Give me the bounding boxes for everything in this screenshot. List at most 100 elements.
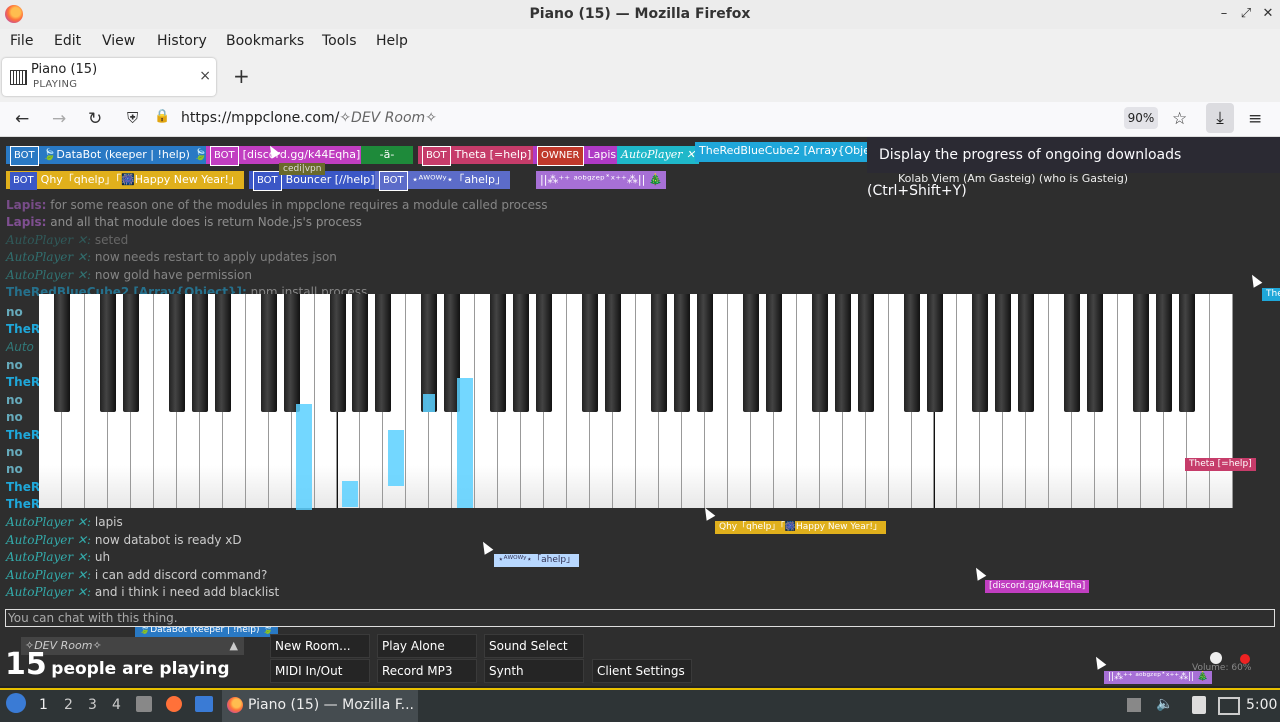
user-badge-databot[interactable]: BOT 🍃DataBot (keeper | !help) 🍃 — [6, 146, 212, 166]
record-mp3-button[interactable]: Record MP3 — [377, 659, 477, 683]
black-key[interactable] — [168, 294, 185, 412]
lock-icon[interactable]: 🔒 — [154, 109, 170, 124]
sound-select-button[interactable]: Sound Select — [484, 634, 584, 658]
black-key[interactable] — [696, 294, 713, 412]
black-key[interactable] — [765, 294, 782, 412]
user-badge-theta[interactable]: BOT Theta [=help] — [418, 146, 536, 166]
black-key[interactable] — [1133, 294, 1150, 412]
black-key[interactable] — [926, 294, 943, 412]
black-key[interactable] — [1087, 294, 1104, 412]
minimize-button[interactable]: – — [1215, 5, 1233, 23]
black-key[interactable] — [122, 294, 139, 412]
black-key[interactable] — [329, 294, 346, 412]
chat-fragment: no — [6, 462, 23, 476]
reload-button[interactable]: ↻ — [88, 109, 102, 129]
workspace-3[interactable]: 3 — [88, 697, 97, 713]
user-badge-discord[interactable]: BOT [discord.gg/k44Eqha] — [206, 146, 365, 166]
user-badge-theredbluecube[interactable]: TheRedBlueCube2 [Array{Obje — [695, 142, 871, 162]
start-menu-icon[interactable] — [6, 693, 26, 713]
volume-icon[interactable]: 🔈 — [1156, 696, 1173, 712]
black-key[interactable] — [53, 294, 70, 412]
black-key[interactable] — [650, 294, 667, 412]
tray-icon[interactable] — [1127, 698, 1141, 712]
downloads-button[interactable]: ⤓ — [1206, 103, 1234, 133]
user-badge-lapis[interactable]: OWNER Lapis — [533, 146, 621, 166]
back-button[interactable]: ← — [15, 109, 29, 129]
black-key[interactable] — [260, 294, 277, 412]
piano-keyboard[interactable] — [39, 294, 1233, 510]
volume-knob[interactable] — [1210, 652, 1222, 664]
menu-help[interactable]: Help — [376, 33, 408, 49]
cursor-label: Theta [=help] — [1185, 458, 1256, 471]
black-key[interactable] — [811, 294, 828, 412]
bookmark-star-icon[interactable]: ☆ — [1172, 109, 1187, 129]
workspace-2[interactable]: 2 — [64, 697, 73, 713]
note-highlight — [342, 481, 358, 507]
user-badge-qhy[interactable]: BOT Qhy「qhelp」「🎆Happy New Year!」 — [6, 171, 244, 190]
new-room-button[interactable]: New Room... — [270, 634, 370, 658]
menu-tools[interactable]: Tools — [322, 33, 357, 49]
black-key[interactable] — [214, 294, 231, 412]
black-key[interactable] — [834, 294, 851, 412]
close-window-button[interactable]: ✕ — [1259, 5, 1277, 23]
chat-author: AutoPlayer ✕: — [6, 568, 92, 582]
black-key[interactable] — [283, 294, 300, 412]
play-alone-button[interactable]: Play Alone — [377, 634, 477, 658]
menu-bookmarks[interactable]: Bookmarks — [226, 33, 304, 49]
black-key[interactable] — [972, 294, 989, 412]
file-manager-icon[interactable] — [136, 696, 152, 712]
app-menu-button[interactable]: ≡ — [1248, 109, 1262, 129]
black-key[interactable] — [513, 294, 530, 412]
close-tab-icon[interactable]: × — [199, 68, 211, 84]
midi-button[interactable]: MIDI In/Out — [270, 659, 370, 683]
user-badge-autoplayer[interactable]: AutoPlayer ✕ — [617, 146, 700, 164]
menu-file[interactable]: File — [10, 33, 33, 49]
chat-author: AutoPlayer ✕: — [6, 585, 92, 599]
black-key[interactable] — [742, 294, 759, 412]
black-key[interactable] — [99, 294, 116, 412]
client-settings-button[interactable]: Client Settings — [592, 659, 692, 683]
black-key[interactable] — [490, 294, 507, 412]
new-tab-button[interactable]: + — [233, 64, 250, 88]
volume-label: Volume: 60% — [1192, 663, 1252, 673]
black-key[interactable] — [375, 294, 392, 412]
black-key[interactable] — [191, 294, 208, 412]
user-badge-awowy[interactable]: BOT ⋆ᴬᵂᴼᵂʸ⋆「ahelp」 — [375, 171, 510, 191]
menu-history[interactable]: History — [157, 33, 207, 49]
tab-strip: Piano (15) PLAYING × + — [0, 54, 1280, 102]
menu-edit[interactable]: Edit — [54, 33, 81, 49]
zoom-level[interactable]: 90% — [1124, 107, 1158, 129]
maximize-button[interactable]: ⤢ — [1237, 5, 1255, 23]
black-key[interactable] — [673, 294, 690, 412]
taskbar-window-firefox[interactable]: Piano (15) — Mozilla F... — [222, 690, 418, 722]
tab-piano[interactable]: Piano (15) PLAYING × — [2, 58, 216, 96]
black-key[interactable] — [1156, 294, 1173, 412]
black-key[interactable] — [857, 294, 874, 412]
workspace-4[interactable]: 4 — [112, 697, 121, 713]
black-key[interactable] — [605, 294, 622, 412]
clipboard-icon[interactable] — [1192, 696, 1206, 714]
black-key[interactable] — [995, 294, 1012, 412]
display-icon[interactable] — [1218, 697, 1240, 715]
synth-button[interactable]: Synth — [484, 659, 584, 683]
user-badge-sparkle[interactable]: ||⁂⁺⁺ ᵃᵒᵇᵍᶻᵉᵖ˟ˣ⁺⁺⁂|| 🎄 — [536, 171, 667, 189]
user-badge-a[interactable]: -ä- — [361, 146, 413, 164]
chat-input[interactable]: You can chat with this thing. — [5, 609, 1275, 627]
shield-icon[interactable]: ⛨ — [127, 109, 138, 127]
firefox-launcher-icon[interactable] — [166, 696, 182, 712]
menu-view[interactable]: View — [102, 33, 135, 49]
workspace-1[interactable]: 1 — [39, 697, 48, 713]
black-key[interactable] — [1018, 294, 1035, 412]
forward-button[interactable]: → — [52, 109, 66, 129]
url-bar[interactable]: https://mppclone.com/✧DEV Room✧ — [181, 110, 437, 126]
white-key[interactable] — [1210, 294, 1233, 508]
black-key[interactable] — [582, 294, 599, 412]
user-badge-kolab[interactable]: Kolab Viem (Am Gasteig) (who is Gasteig) — [898, 172, 1128, 185]
black-key[interactable] — [1064, 294, 1081, 412]
black-key[interactable] — [1179, 294, 1196, 412]
chat-fragment: TheR — [6, 428, 41, 442]
terminal-icon[interactable] — [195, 696, 213, 712]
black-key[interactable] — [903, 294, 920, 412]
black-key[interactable] — [536, 294, 553, 412]
black-key[interactable] — [352, 294, 369, 412]
